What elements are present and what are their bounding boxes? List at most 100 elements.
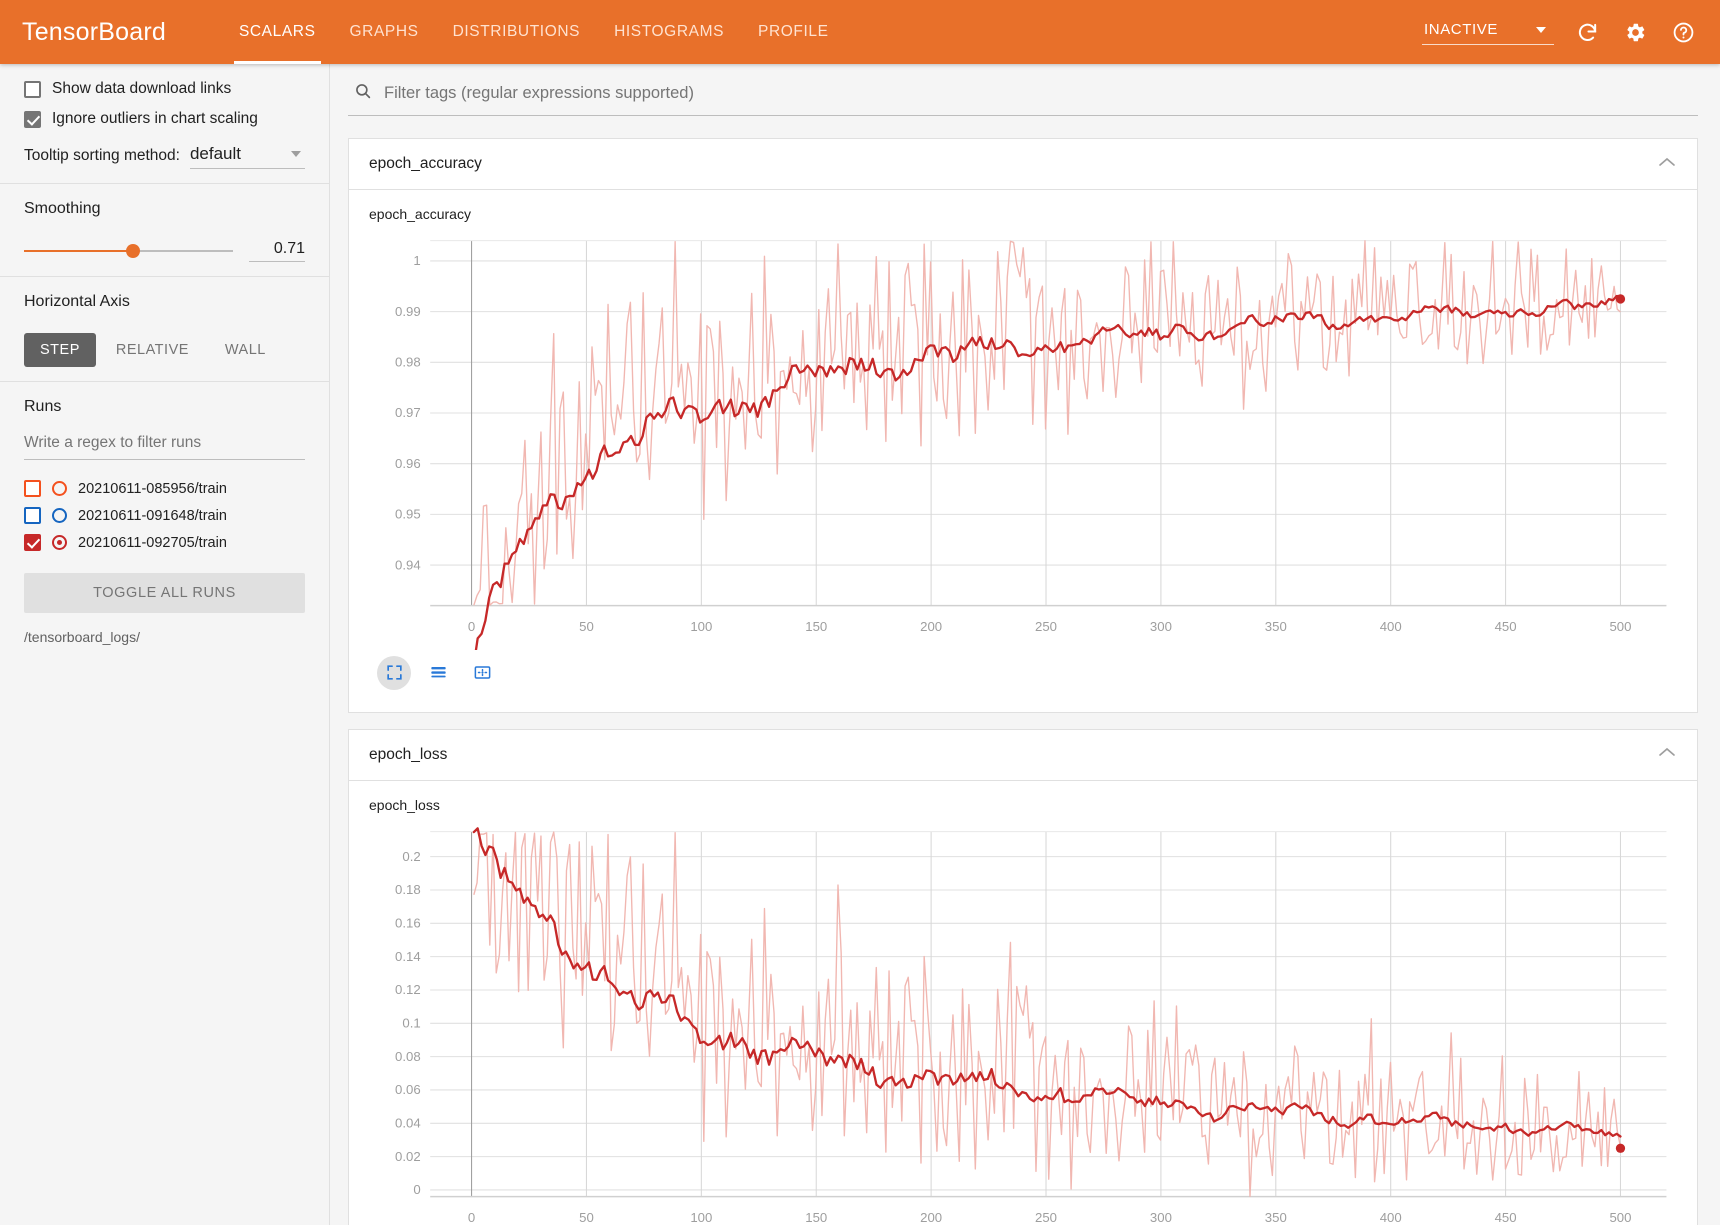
run-checkbox-0[interactable]: [24, 480, 41, 497]
toggle-all-runs-button[interactable]: TOGGLE ALL RUNS: [24, 573, 305, 613]
smoothing-value[interactable]: 0.71: [249, 240, 305, 262]
svg-text:200: 200: [920, 1210, 942, 1225]
card-title-epoch-loss: epoch_loss: [369, 745, 448, 763]
tab-scalars[interactable]: SCALARS: [222, 0, 333, 64]
svg-text:0.12: 0.12: [395, 982, 421, 997]
svg-text:0.14: 0.14: [395, 949, 421, 964]
show-download-links-checkbox[interactable]: [24, 80, 41, 98]
settings-sidebar: Show data download links Ignore outliers…: [0, 64, 330, 1225]
svg-text:500: 500: [1609, 1210, 1631, 1225]
search-icon: [354, 82, 372, 105]
chart-epoch-loss[interactable]: 0 0.02 0.04 0.06 0.08 0.1 0.12 0.14 0.16 0.18 0.2 0…: [369, 819, 1677, 1225]
svg-text:0.18: 0.18: [395, 882, 421, 897]
svg-text:300: 300: [1150, 1210, 1172, 1225]
display-options-section: Show data download links Ignore outliers…: [0, 64, 329, 184]
svg-text:0.96: 0.96: [395, 456, 421, 471]
run-item-1[interactable]: 20210611-091648/train: [24, 507, 305, 524]
tab-graphs[interactable]: GRAPHS: [333, 0, 436, 64]
svg-text:300: 300: [1150, 619, 1172, 634]
run-item-2[interactable]: 20210611-092705/train: [24, 534, 305, 551]
slider-thumb[interactable]: [125, 244, 140, 258]
ignore-outliers-row[interactable]: Ignore outliers in chart scaling: [24, 110, 305, 128]
svg-text:0: 0: [468, 619, 475, 634]
tooltip-sorting-row: Tooltip sorting method: default: [24, 144, 305, 169]
tab-distributions[interactable]: DISTRIBUTIONS: [436, 0, 598, 64]
run-label-0: 20210611-085956/train: [78, 480, 227, 497]
svg-text:0.08: 0.08: [395, 1049, 421, 1064]
chart-title-1: epoch_loss: [369, 796, 440, 813]
svg-text:100: 100: [690, 1210, 712, 1225]
fit-domain-icon[interactable]: [465, 656, 499, 690]
top-bar-actions: INACTIVE: [1422, 17, 1698, 47]
runs-section: Runs 20210611-085956/train 20210611-0916…: [0, 382, 329, 659]
svg-text:0.06: 0.06: [395, 1082, 421, 1097]
run-label-2: 20210611-092705/train: [78, 534, 227, 551]
svg-text:350: 350: [1265, 1210, 1287, 1225]
expand-icon[interactable]: [377, 655, 411, 690]
tab-profile[interactable]: PROFILE: [741, 0, 846, 64]
svg-text:0.98: 0.98: [395, 355, 421, 370]
slider-fill: [24, 250, 133, 252]
refresh-icon[interactable]: [1572, 17, 1602, 47]
run-item-0[interactable]: 20210611-085956/train: [24, 480, 305, 497]
help-icon[interactable]: [1668, 17, 1698, 47]
svg-text:150: 150: [805, 619, 827, 634]
axis-option-relative[interactable]: RELATIVE: [100, 333, 205, 367]
gear-icon[interactable]: [1620, 17, 1650, 47]
run-label-1: 20210611-091648/train: [78, 507, 227, 524]
axis-option-wall[interactable]: WALL: [209, 333, 282, 367]
svg-text:50: 50: [579, 1210, 594, 1225]
runs-filter-input[interactable]: [24, 430, 305, 460]
smoothing-title: Smoothing: [24, 200, 101, 217]
run-color-dot-1: [52, 508, 67, 523]
card-title-epoch-accuracy: epoch_accuracy: [369, 155, 482, 172]
horizontal-axis-title: Horizontal Axis: [24, 293, 130, 310]
svg-text:0.2: 0.2: [402, 849, 420, 864]
card-epoch-accuracy: epoch_accuracy epoch_accuracy 0.94 0.95 0.…: [348, 138, 1698, 713]
axis-option-step[interactable]: STEP: [24, 333, 96, 367]
svg-text:250: 250: [1035, 619, 1057, 634]
chart-title-0: epoch_accuracy: [369, 206, 471, 222]
run-checkbox-2[interactable]: [24, 534, 41, 551]
run-color-dot-0: [52, 481, 67, 496]
show-download-links-label: Show data download links: [52, 80, 232, 97]
svg-text:0: 0: [413, 1182, 420, 1197]
svg-text:0.04: 0.04: [395, 1115, 421, 1130]
card-header-epoch-accuracy[interactable]: epoch_accuracy: [349, 139, 1697, 190]
chart-epoch-accuracy[interactable]: 0.94 0.95 0.96 0.97 0.98 0.99 1 0 50 100 150 200 250…: [369, 228, 1677, 650]
run-checkbox-1[interactable]: [24, 507, 41, 524]
tag-filter-bar: [348, 64, 1698, 116]
data-series-icon[interactable]: [421, 656, 455, 690]
chevron-up-icon[interactable]: [1657, 746, 1677, 763]
smoothing-slider[interactable]: [24, 242, 233, 260]
svg-text:0.16: 0.16: [395, 915, 421, 930]
svg-text:50: 50: [579, 619, 594, 634]
svg-text:350: 350: [1265, 619, 1287, 634]
tooltip-sorting-value: default: [189, 144, 241, 163]
tag-filter-input[interactable]: [382, 83, 1692, 104]
run-color-dot-2: [52, 535, 67, 550]
ignore-outliers-checkbox[interactable]: [24, 110, 41, 128]
tooltip-sorting-dropdown[interactable]: default: [189, 144, 305, 169]
svg-text:0.94: 0.94: [395, 557, 421, 572]
show-download-links-row[interactable]: Show data download links: [24, 80, 305, 98]
svg-text:400: 400: [1380, 619, 1402, 634]
reload-status-dropdown[interactable]: INACTIVE: [1422, 19, 1554, 45]
svg-text:150: 150: [805, 1210, 827, 1225]
svg-text:1: 1: [413, 253, 420, 268]
chevron-up-icon[interactable]: [1657, 156, 1677, 173]
reload-status-label: INACTIVE: [1424, 21, 1498, 38]
svg-text:250: 250: [1035, 1210, 1057, 1225]
main-tabs: SCALARS GRAPHS DISTRIBUTIONS HISTOGRAMS …: [222, 0, 846, 64]
svg-text:450: 450: [1495, 1210, 1517, 1225]
svg-text:0.97: 0.97: [395, 405, 421, 420]
card-header-epoch-loss[interactable]: epoch_loss: [349, 730, 1697, 781]
svg-text:0.99: 0.99: [395, 304, 421, 319]
smoothing-section: Smoothing 0.71: [0, 184, 329, 277]
ignore-outliers-label: Ignore outliers in chart scaling: [52, 110, 258, 127]
svg-text:0.02: 0.02: [395, 1149, 421, 1164]
svg-text:0.1: 0.1: [402, 1015, 420, 1030]
tab-histograms[interactable]: HISTOGRAMS: [597, 0, 741, 64]
tooltip-sorting-label: Tooltip sorting method:: [24, 147, 180, 164]
svg-text:0.95: 0.95: [395, 507, 421, 522]
